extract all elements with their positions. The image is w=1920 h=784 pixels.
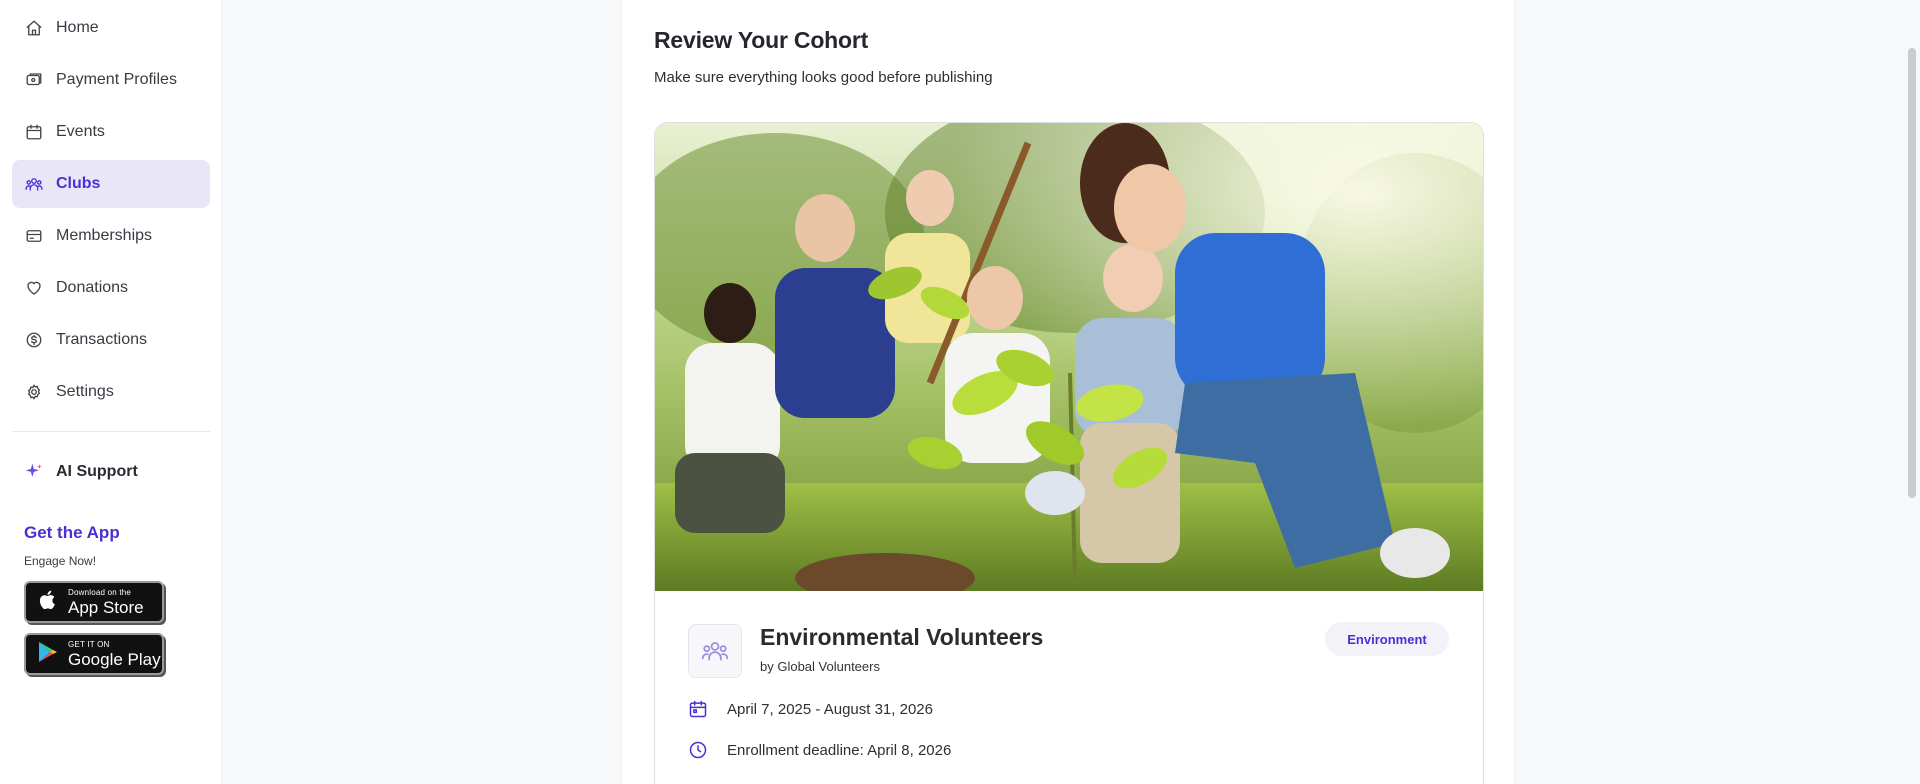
enrollment-deadline: Enrollment deadline: April 8, 2026 [687,739,951,761]
sidebar-item-transactions[interactable]: Transactions [12,316,210,364]
sidebar-item-label: Memberships [56,227,153,244]
main-content: Review Your Cohort Make sure everything … [621,0,1515,784]
cohort-dates: April 7, 2025 - August 31, 2026 [687,698,933,720]
dollar-icon [24,330,44,350]
users-icon [701,641,729,661]
scrollbar-thumb[interactable] [1908,48,1916,498]
sidebar-item-clubs[interactable]: Clubs [12,160,210,208]
sidebar-item-label: Settings [56,383,114,400]
heart-icon [24,278,44,298]
home-icon [24,18,44,38]
apple-icon [36,588,60,617]
get-app-title: Get the App [24,523,120,542]
calendar-icon [24,122,44,142]
category-badge: Environment [1325,622,1449,656]
gear-icon [24,382,44,402]
sidebar-item-label: Donations [56,279,129,296]
sidebar-item-label: Transactions [56,331,147,348]
sidebar-item-memberships[interactable]: Memberships [12,212,210,260]
sidebar-item-home[interactable]: Home [12,4,210,52]
google-play-icon [36,639,60,670]
sidebar: Home Payment Profiles Events Clubs Membe… [0,0,222,784]
page-subtitle: Make sure everything looks good before p… [654,69,993,86]
enrollment-deadline-text: Enrollment deadline: April 8, 2026 [727,741,952,759]
cohort-preview-card: Environmental Volunteers by Global Volun… [654,122,1484,784]
cohort-dates-text: April 7, 2025 - August 31, 2026 [727,700,933,718]
club-name: Environmental Volunteers [760,624,1044,650]
app-store-button[interactable]: Download on the App Store [24,581,164,623]
sidebar-item-label: Home [56,19,99,36]
app-store-big-text: App Store [68,597,144,617]
sidebar-item-events[interactable]: Events [12,108,210,156]
google-play-small-text: GET IT ON [68,639,110,649]
club-logo [688,624,742,678]
sidebar-item-label: Payment Profiles [56,71,177,88]
page-title: Review Your Cohort [654,27,869,53]
google-play-button[interactable]: GET IT ON Google Play [24,633,164,675]
ai-support-button[interactable]: AI Support [12,452,210,492]
calendar-icon [687,698,709,720]
page-scrollbar[interactable] [1904,0,1920,784]
app-store-small-text: Download on the [68,587,132,597]
sidebar-item-settings[interactable]: Settings [12,368,210,416]
sidebar-item-label: Clubs [56,175,101,192]
google-play-big-text: Google Play [68,649,161,669]
sidebar-item-donations[interactable]: Donations [12,264,210,312]
get-app-subtitle: Engage Now! [24,554,97,568]
sidebar-item-label: Events [56,123,105,140]
wallet-icon [24,70,44,90]
cohort-hero-image [655,123,1483,591]
ai-support-label: AI Support [56,463,138,480]
club-organizer: by Global Volunteers [760,659,880,674]
card-icon [24,226,44,246]
clock-icon [687,739,709,761]
users-icon [24,174,44,194]
sidebar-divider [12,431,210,432]
sidebar-item-payment-profiles[interactable]: Payment Profiles [12,56,210,104]
sparkle-icon [24,462,44,482]
